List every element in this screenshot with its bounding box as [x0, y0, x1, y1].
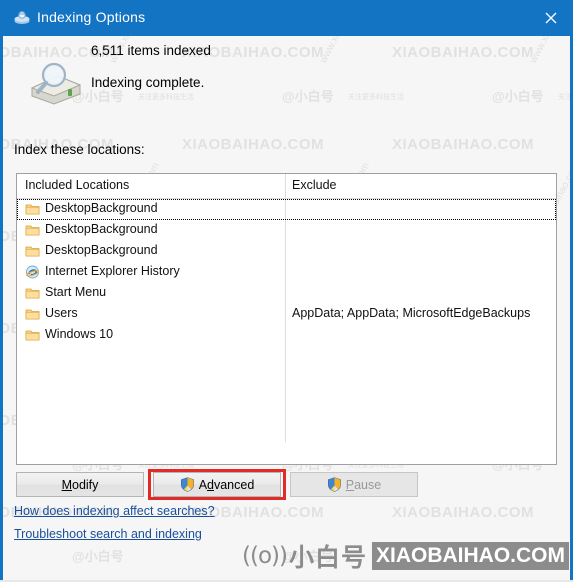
troubleshoot-link[interactable]: Troubleshoot search and indexing [14, 527, 202, 541]
location-name: Internet Explorer History [45, 264, 180, 278]
table-row[interactable]: DesktopBackground [17, 199, 556, 220]
indexing-options-window: XIAOBAIHAO.COM XIAOBAIHAO.COM XIAOBAIHAO… [0, 0, 573, 582]
folder-icon [25, 328, 40, 342]
internet-explorer-icon [25, 265, 40, 279]
pause-button: Pause [290, 472, 418, 497]
watermark-cn-small: 关注更多科技生活 [138, 94, 194, 101]
watermark-domain: XIAOBAIHAO.COM [392, 504, 534, 521]
table-row[interactable]: DesktopBackground [17, 220, 556, 241]
location-name: DesktopBackground [45, 222, 158, 236]
included-locations-listview[interactable]: Included Locations Exclude DesktopBackgr… [16, 173, 557, 465]
modify-button[interactable]: Modify [16, 472, 144, 497]
folder-icon [25, 307, 40, 321]
window-border-left [0, 36, 3, 582]
advanced-button-label: Advanced [198, 477, 255, 492]
title-bar: Indexing Options [0, 0, 573, 36]
table-row[interactable]: Internet Explorer History [17, 262, 556, 283]
watermark-domain: XIAOBAIHAO.COM [392, 136, 534, 153]
location-name: Start Menu [45, 285, 107, 299]
column-header-exclude[interactable]: Exclude [292, 178, 336, 192]
advanced-button[interactable]: Advanced [153, 472, 281, 497]
index-locations-label: Index these locations: [14, 142, 145, 157]
close-icon[interactable] [528, 0, 573, 36]
window-title: Indexing Options [37, 9, 146, 25]
watermark-cn: @小白号 [72, 549, 124, 564]
brand-watermark: ((o)) 小白号 XIAOBAIHAO.COM [242, 538, 569, 574]
folder-icon [25, 202, 40, 216]
listview-body: DesktopBackground DesktopBackground Desk… [17, 199, 556, 346]
broadcast-icon: ((o)) [242, 543, 288, 569]
folder-icon [25, 223, 40, 237]
brand-domain: XIAOBAIHAO.COM [372, 542, 569, 570]
table-row[interactable]: Windows 10 [17, 325, 556, 346]
folder-icon [25, 286, 40, 300]
pause-button-label: Pause [345, 477, 382, 492]
table-row[interactable]: Users AppData; AppData; MicrosoftEdgeBac… [17, 304, 556, 325]
indexing-status-text: Indexing complete. [91, 75, 205, 90]
location-name: DesktopBackground [45, 243, 158, 257]
brand-name-cn: 小白号 [288, 543, 367, 572]
location-name: Windows 10 [45, 327, 114, 341]
indexing-help-link[interactable]: How does indexing affect searches? [14, 504, 215, 518]
watermark-cn-small: 关注更多科技生活 [348, 94, 404, 101]
uac-shield-icon [327, 477, 342, 492]
column-header-included-locations[interactable]: Included Locations [25, 178, 129, 192]
watermark-cn: @小白号 [492, 89, 544, 104]
watermark-domain: XIAOBAIHAO.COM [392, 44, 534, 61]
table-row[interactable]: DesktopBackground [17, 241, 556, 262]
folder-icon [25, 244, 40, 258]
indexing-options-icon [13, 9, 31, 27]
search-drive-icon [24, 58, 86, 110]
table-row[interactable]: Start Menu [17, 283, 556, 304]
listview-header: Included Locations Exclude [17, 174, 556, 199]
items-indexed-text: 6,511 items indexed [91, 43, 211, 58]
location-exclude: AppData; AppData; MicrosoftEdgeBackups [292, 306, 531, 320]
location-name: DesktopBackground [45, 201, 158, 215]
watermark-cn: @小白号 [282, 89, 334, 104]
watermark-domain: XIAOBAIHAO.COM [182, 136, 324, 153]
uac-shield-icon [180, 477, 195, 492]
modify-button-label: Modify [61, 477, 99, 492]
location-name: Users [45, 306, 78, 320]
